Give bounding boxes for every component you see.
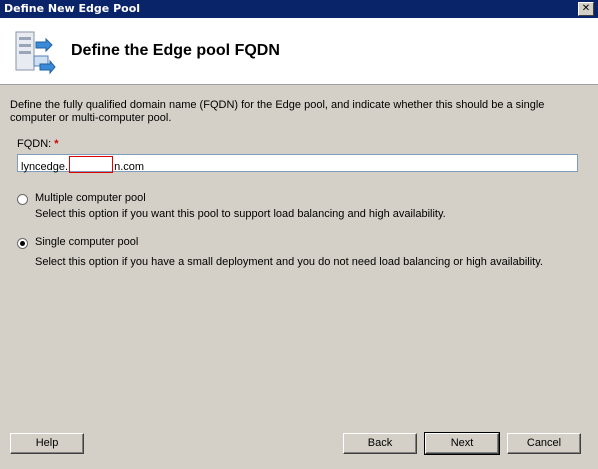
page-description: Define the fully qualified domain name (… <box>10 99 545 124</box>
required-indicator: * <box>54 138 59 150</box>
fqdn-input[interactable]: lyncedge. n.com <box>17 154 578 173</box>
multiple-pool-label[interactable]: Multiple computer pool <box>35 192 146 204</box>
help-button[interactable]: Help <box>10 433 84 454</box>
single-pool-label[interactable]: Single computer pool <box>35 236 138 248</box>
wizard-header: Define the Edge pool FQDN <box>0 18 598 85</box>
title-bar: Define New Edge Pool ✕ <box>0 0 598 18</box>
fqdn-value-prefix: lyncedge. <box>21 161 69 173</box>
next-button[interactable]: Next <box>424 432 500 455</box>
fqdn-label-text: FQDN: <box>17 138 52 150</box>
fqdn-value-suffix: n.com <box>114 161 145 173</box>
multiple-pool-description: Select this option if you want this pool… <box>35 208 446 220</box>
single-pool-description: Select this option if you have a small d… <box>35 256 543 268</box>
close-button[interactable]: ✕ <box>578 2 594 16</box>
window-title: Define New Edge Pool <box>4 2 141 15</box>
multiple-pool-radio[interactable] <box>17 194 28 205</box>
page-title: Define the Edge pool FQDN <box>71 42 280 59</box>
redaction-box <box>69 156 114 173</box>
back-button[interactable]: Back <box>343 433 417 454</box>
server-pool-icon <box>15 31 56 75</box>
fqdn-label: FQDN: * <box>17 138 59 150</box>
radio-selected-dot <box>20 241 25 246</box>
single-pool-radio[interactable] <box>17 238 28 249</box>
cancel-button[interactable]: Cancel <box>507 433 581 454</box>
